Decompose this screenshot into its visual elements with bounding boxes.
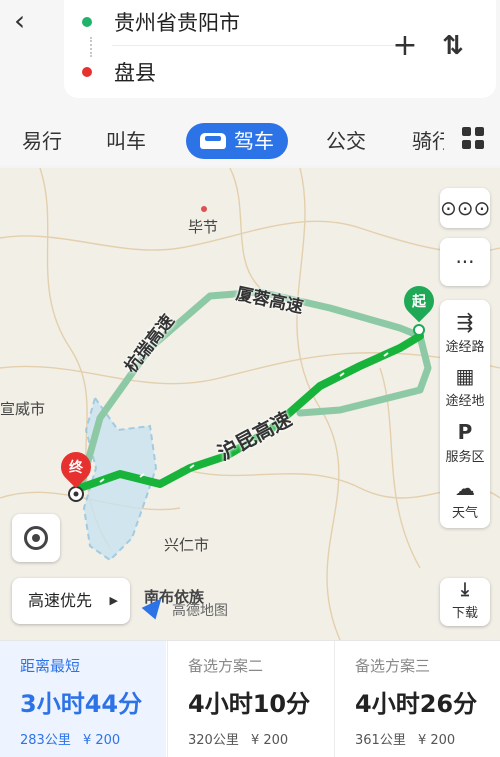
waypoint-road-button[interactable]: ⇶ 途经路: [440, 308, 490, 362]
service-area-button[interactable]: P 服务区: [440, 418, 490, 474]
plan-time: 4小时26分: [355, 690, 478, 718]
city-label-xuanwei: 宣威市: [0, 400, 46, 418]
route-preference-button[interactable]: 高速优先 ▶: [12, 578, 130, 624]
waypoint-place-label: 途经地: [445, 394, 485, 409]
route-card: 贵州省贵阳市 盘县 + ⇅: [64, 0, 496, 98]
service-area-label: 服务区: [445, 450, 485, 465]
plan-time: 3小时44分: [20, 690, 143, 718]
tab-drive-label: 驾车: [234, 129, 274, 153]
start-marker[interactable]: 起: [397, 279, 441, 323]
tab-drive[interactable]: 驾车: [186, 123, 288, 159]
destination-text: 盘县: [114, 61, 156, 85]
bijie-dot: [201, 206, 207, 212]
triangle-right-icon: ▶: [109, 594, 118, 607]
tab-taxi[interactable]: 叫车: [106, 123, 146, 159]
car-icon: [200, 133, 226, 149]
waypoint-place-button[interactable]: ▦ 途经地: [440, 362, 490, 418]
service-area-icon: P: [457, 420, 473, 444]
locate-icon-dot: [32, 534, 40, 542]
weather-icon: ☁: [455, 476, 475, 500]
origin-text: 贵州省贵阳市: [114, 11, 240, 35]
plan-distance: 283公里: [20, 733, 71, 748]
map-view[interactable]: 毕节 兴仁市 宣威市 南布依族 杭瑞高速 厦蓉高速 沪昆高速 起 终 ⊙⊙⊙ ·…: [0, 168, 500, 640]
route-header: ‹ 贵州省贵阳市 盘县 + ⇅: [0, 0, 500, 115]
traffic-icon: ⊙⊙⊙: [440, 196, 491, 220]
city-label-bijie: 毕节: [188, 218, 219, 236]
route-preference-label: 高速优先: [28, 591, 93, 610]
destination-field[interactable]: 盘县: [82, 52, 156, 92]
tab-bike[interactable]: 骑行: [412, 123, 444, 159]
plan-fee: ¥ 200: [250, 733, 289, 748]
tab-transit[interactable]: 公交: [326, 123, 366, 159]
more-icon: ···: [455, 250, 475, 274]
plan-option-1[interactable]: 距离最短 3小时44分 283公里 ¥ 200: [0, 641, 166, 757]
tab-yixing[interactable]: 易行: [22, 123, 62, 159]
end-marker-label: 终: [69, 460, 83, 476]
plan-time: 4小时10分: [188, 690, 311, 718]
plan-title: 备选方案三: [355, 657, 431, 675]
swap-icon[interactable]: ⇅: [438, 28, 468, 64]
waypoint-place-icon: ▦: [455, 364, 475, 388]
plan-meta: 361公里 ¥ 200: [355, 729, 500, 748]
grid-icon[interactable]: [462, 127, 484, 149]
plan-fee: ¥ 200: [82, 733, 121, 748]
route-divider: [112, 45, 412, 46]
plan-option-2[interactable]: 备选方案二 4小时10分 320公里 ¥ 200: [167, 641, 333, 757]
destination-dot-icon: [82, 67, 92, 77]
route-tools-panel: ⇶ 途经路 ▦ 途经地 P 服务区 ☁ 天气: [440, 300, 490, 528]
download-icon: ⤓: [461, 579, 469, 600]
transport-tabs: 易行 叫车 驾车 公交 骑行: [0, 115, 500, 165]
plan-title: 距离最短: [20, 657, 81, 675]
plus-icon[interactable]: +: [390, 28, 420, 64]
weather-button[interactable]: ☁ 天气: [440, 474, 490, 524]
plan-meta: 283公里 ¥ 200: [20, 729, 166, 748]
origin-dot-icon: [82, 17, 92, 27]
locate-button[interactable]: [12, 514, 60, 562]
plan-option-3[interactable]: 备选方案三 4小时26分 361公里 ¥ 200: [334, 641, 500, 757]
origin-field[interactable]: 贵州省贵阳市: [82, 2, 240, 42]
weather-label: 天气: [451, 506, 478, 521]
download-button[interactable]: ⤓ 下载: [440, 578, 490, 626]
more-button[interactable]: ···: [440, 238, 490, 286]
waypoint-road-icon: ⇶: [456, 310, 474, 334]
city-label-xingren: 兴仁市: [164, 536, 210, 554]
waypoint-road-label: 途经路: [445, 340, 485, 355]
plan-distance: 361公里: [355, 733, 406, 748]
traffic-button[interactable]: ⊙⊙⊙: [440, 188, 490, 228]
back-arrow-icon[interactable]: ‹: [14, 6, 44, 36]
plan-title: 备选方案二: [188, 657, 264, 675]
end-marker[interactable]: 终: [54, 445, 98, 489]
plan-meta: 320公里 ¥ 200: [188, 729, 333, 748]
start-marker-label: 起: [412, 294, 426, 310]
plan-fee: ¥ 200: [417, 733, 456, 748]
route-plans: 距离最短 3小时44分 283公里 ¥ 200 备选方案二 4小时10分 320…: [0, 640, 500, 757]
plan-distance: 320公里: [188, 733, 239, 748]
brand-logo: 高德地图: [172, 603, 228, 619]
download-label: 下载: [451, 606, 478, 621]
map-canvas: [0, 168, 500, 640]
